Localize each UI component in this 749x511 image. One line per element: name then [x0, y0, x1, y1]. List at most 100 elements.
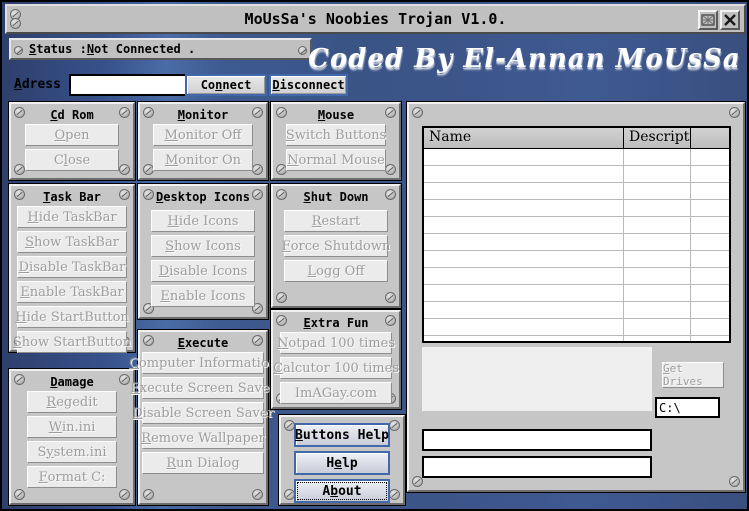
window-grid-icon	[700, 12, 716, 28]
table-cell	[624, 234, 691, 250]
button-close[interactable]: Close	[25, 149, 119, 171]
file-list-view[interactable]: NameDescription	[422, 126, 731, 343]
close-icon	[722, 12, 738, 28]
table-cell	[624, 149, 691, 165]
panel-title-damage: Damage	[11, 375, 133, 389]
table-cell	[691, 200, 729, 216]
table-row[interactable]	[424, 200, 729, 217]
button-show-icons[interactable]: Show Icons	[151, 235, 255, 257]
panel-buttons-extra-fun: Notpad 100 times Calcutor 100 times ImAGay…	[273, 332, 399, 407]
table-row[interactable]	[424, 217, 729, 234]
button-disable-icons[interactable]: Disable Icons	[151, 260, 255, 282]
button-normal-mouse[interactable]: Normal Mouse	[286, 149, 386, 171]
table-row[interactable]	[424, 336, 729, 343]
close-button[interactable]	[720, 10, 740, 30]
minimize-button[interactable]	[698, 10, 718, 30]
panel-buttons-desktop-icons: Hide Icons Show Icons Disable Icons Enable …	[140, 210, 266, 310]
table-cell	[691, 319, 729, 335]
table-cell	[424, 217, 624, 233]
table-cell	[691, 251, 729, 267]
screw-icon	[729, 107, 740, 118]
button-calcutor-100-times[interactable]: Calcutor 100 times	[280, 357, 392, 379]
button-logg-off[interactable]: Logg Off	[284, 260, 388, 282]
button-monitor-on[interactable]: Monitor On	[153, 149, 253, 171]
panel-damage: Damage Regedit Win.ini System.ini Format C:	[9, 369, 135, 505]
panel-buttons-shut-down: Restart Force Shutdown Logg Off	[273, 210, 399, 285]
panel-buttons-cd-rom: Open Close	[11, 124, 133, 174]
table-row[interactable]	[424, 166, 729, 183]
table-row[interactable]	[424, 319, 729, 336]
button-enable-taskbar[interactable]: Enable TaskBar	[17, 281, 127, 303]
button-computer-information[interactable]: Computer Information	[142, 352, 264, 374]
table-row[interactable]	[424, 234, 729, 251]
table-row[interactable]	[424, 149, 729, 166]
column-header-description[interactable]: Description	[624, 128, 691, 148]
table-row[interactable]	[424, 285, 729, 302]
table-cell	[691, 302, 729, 318]
help-button[interactable]: Help	[294, 451, 390, 475]
button-execute-screen-saver[interactable]: Execute Screen Saver	[142, 377, 264, 399]
output-memo[interactable]	[422, 347, 652, 411]
table-row[interactable]	[424, 268, 729, 285]
about-label: About	[322, 484, 361, 499]
button-enable-icons[interactable]: Enable Icons	[151, 285, 255, 307]
connect-button[interactable]: Connect	[185, 74, 267, 96]
panel-extra-fun: Extra Fun Notpad 100 times Calcutor 100 ti…	[271, 310, 401, 409]
button-system-ini[interactable]: System.ini	[27, 441, 117, 463]
table-cell	[624, 285, 691, 301]
text-field-2[interactable]	[422, 456, 652, 478]
button-monitor-off[interactable]: Monitor Off	[153, 124, 253, 146]
panel-title-task-bar: Task Bar	[11, 190, 133, 204]
panel-desktop-icons: Desktop IconsHide IconsShow IconsDisable…	[138, 184, 268, 319]
button-disable-screen-saver[interactable]: Disable Screen Saver	[142, 402, 264, 424]
table-cell	[691, 149, 729, 165]
button-force-shutdown[interactable]: Force Shutdown	[284, 235, 388, 257]
credits-banner: Coded By El-Annan MoUsSa	[306, 38, 743, 80]
table-cell	[624, 217, 691, 233]
button-restart[interactable]: Restart	[284, 210, 388, 232]
panel-title-extra-fun: Extra Fun	[273, 316, 399, 330]
table-cell	[424, 302, 624, 318]
table-row[interactable]	[424, 302, 729, 319]
table-cell	[424, 251, 624, 267]
button-run-dialog[interactable]: Run Dialog	[142, 452, 264, 474]
button-open[interactable]: Open	[25, 124, 119, 146]
button-hide-taskbar[interactable]: Hide TaskBar	[17, 206, 127, 228]
button-switch-buttons[interactable]: Switch Buttons	[286, 124, 386, 146]
table-row[interactable]	[424, 183, 729, 200]
table-cell	[691, 183, 729, 199]
table-cell	[424, 234, 624, 250]
button-disable-taskbar[interactable]: Disable TaskBar	[17, 256, 127, 278]
button-remove-wallpaper[interactable]: Remove Wallpaper	[142, 427, 264, 449]
button-show-taskbar[interactable]: Show TaskBar	[17, 231, 127, 253]
button-notpad-100-times[interactable]: Notpad 100 times	[280, 332, 392, 354]
text-field-1[interactable]	[422, 429, 652, 451]
screw-icon	[729, 476, 740, 487]
disconnect-button[interactable]: Disconnect	[269, 74, 348, 96]
column-header-blank[interactable]	[691, 128, 729, 148]
table-cell	[424, 336, 624, 343]
screw-icon	[389, 420, 400, 431]
button-win-ini[interactable]: Win.ini	[27, 416, 117, 438]
button-regedit[interactable]: Regedit	[27, 391, 117, 413]
table-cell	[691, 234, 729, 250]
screw-icon	[385, 292, 396, 303]
button-format-c[interactable]: Format C:	[27, 466, 117, 488]
column-header-name[interactable]: Name	[424, 128, 624, 148]
panel-execute: ExecuteComputer InformationExecute Scree…	[138, 330, 268, 505]
screw-icon	[298, 46, 307, 55]
panel-buttons-damage: Regedit Win.ini System.ini Format C:	[11, 391, 133, 491]
button-imagay-com[interactable]: ImAGay.com	[280, 382, 392, 404]
drive-path-input[interactable]	[655, 397, 720, 418]
get-drives-button[interactable]: Get Drives	[662, 362, 724, 388]
table-row[interactable]	[424, 251, 729, 268]
table-cell	[624, 302, 691, 318]
button-hide-icons[interactable]: Hide Icons	[151, 210, 255, 232]
button-show-startbutton[interactable]: Show StartButton	[17, 331, 127, 353]
panel-cd-rom: Cd RomOpenClose	[9, 102, 135, 180]
button-hide-startbutton[interactable]: Hide StartButton	[17, 306, 127, 328]
buttons-help-button[interactable]: Buttons Help	[294, 423, 390, 447]
table-cell	[424, 268, 624, 284]
about-button[interactable]: About	[294, 479, 390, 503]
application-window: MoUsSa's Noobies Trojan V1.0. Status :No…	[0, 0, 749, 511]
